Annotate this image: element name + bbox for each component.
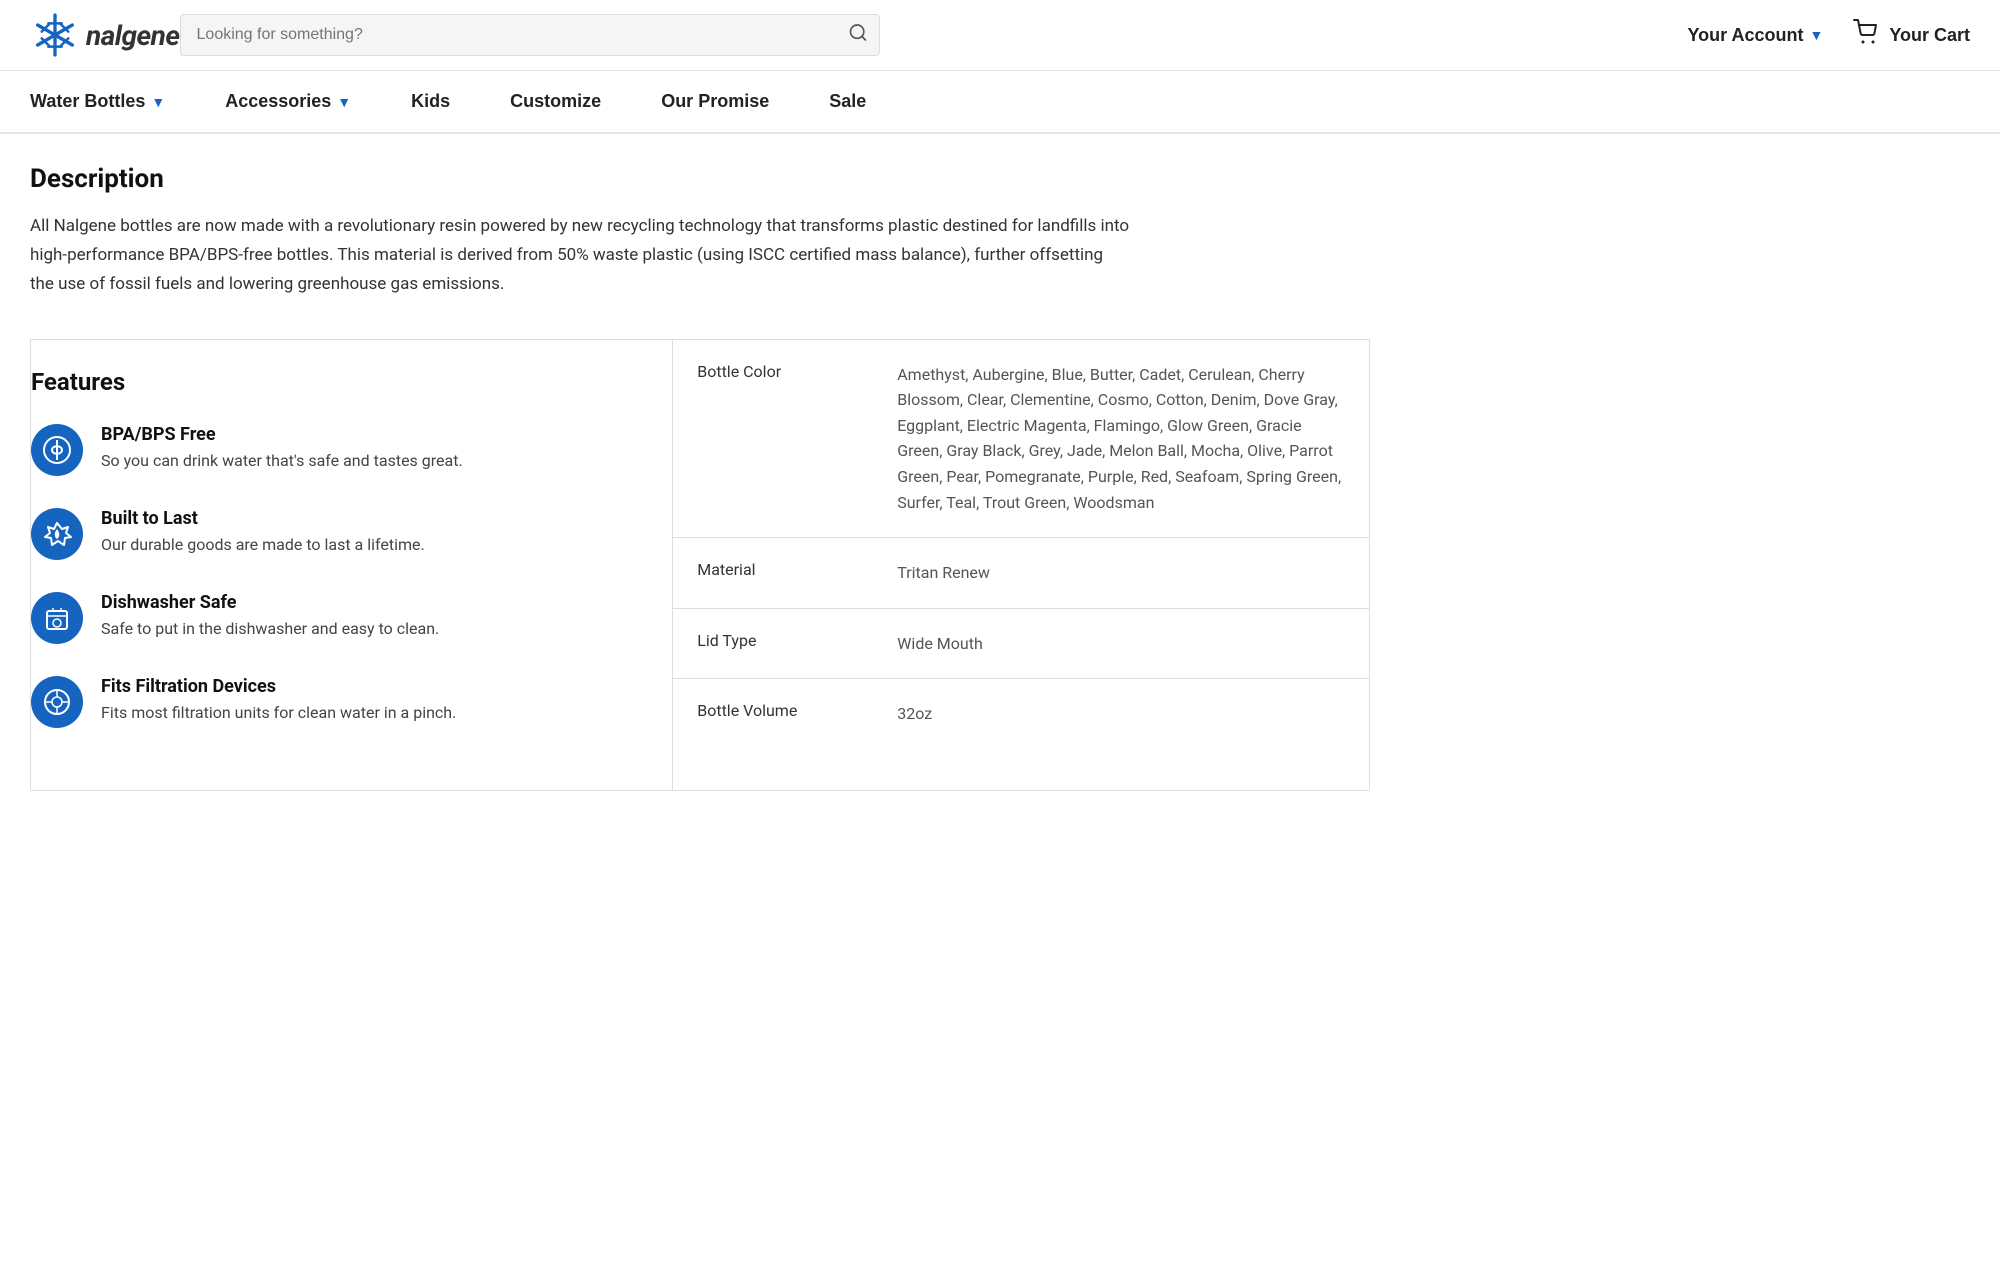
specs-column: Bottle Color Amethyst, Aubergine, Blue, … (673, 340, 1369, 790)
logo[interactable]: nalgene (30, 10, 180, 60)
feature-desc-dishwasher: Safe to put in the dishwasher and easy t… (101, 617, 439, 641)
nav-item-accessories[interactable]: Accessories ▼ (195, 71, 381, 132)
header-right: Your Account ▼ Your Cart (1687, 19, 1970, 52)
main-nav: Water Bottles ▼ Accessories ▼ Kids Custo… (0, 71, 2000, 134)
search-bar[interactable] (180, 14, 880, 56)
features-column: Features BPA/BPS Free So you can drink w… (31, 340, 673, 790)
description-text: All Nalgene bottles are now made with a … (30, 212, 1130, 299)
description-title: Description (30, 164, 1370, 194)
nav-item-kids[interactable]: Kids (381, 71, 480, 132)
feature-item-bpa: BPA/BPS Free So you can drink water that… (31, 424, 642, 476)
account-button[interactable]: Your Account ▼ (1687, 25, 1823, 46)
nav-item-customize[interactable]: Customize (480, 71, 631, 132)
spec-label-material: Material (697, 560, 897, 579)
main-content: Description All Nalgene bottles are now … (0, 134, 1400, 831)
cart-label: Your Cart (1889, 25, 1970, 46)
bpa-free-icon (31, 424, 83, 476)
spec-value-material: Tritan Renew (897, 560, 1345, 586)
feature-name-filtration: Fits Filtration Devices (101, 676, 456, 697)
feature-name-bpa: BPA/BPS Free (101, 424, 463, 445)
feature-content-dishwasher: Dishwasher Safe Safe to put in the dishw… (101, 592, 439, 641)
spec-value-lid: Wide Mouth (897, 631, 1345, 657)
spec-label-volume: Bottle Volume (697, 701, 897, 720)
spec-value-color: Amethyst, Aubergine, Blue, Butter, Cadet… (897, 362, 1345, 516)
feature-desc-bpa: So you can drink water that's safe and t… (101, 449, 463, 473)
description-section: Description All Nalgene bottles are now … (30, 164, 1370, 299)
spec-label-color: Bottle Color (697, 362, 897, 381)
search-button[interactable] (848, 23, 868, 48)
feature-item-filtration: Fits Filtration Devices Fits most filtra… (31, 676, 642, 728)
feature-desc-filtration: Fits most filtration units for clean wat… (101, 701, 456, 725)
feature-item-dishwasher: Dishwasher Safe Safe to put in the dishw… (31, 592, 642, 644)
spec-value-volume: 32oz (897, 701, 1345, 727)
search-input[interactable] (180, 14, 880, 56)
feature-item-built: Built to Last Our durable goods are made… (31, 508, 642, 560)
cart-button[interactable]: Your Cart (1853, 19, 1970, 52)
spec-label-lid: Lid Type (697, 631, 897, 650)
feature-name-dishwasher: Dishwasher Safe (101, 592, 439, 613)
spec-row-lid: Lid Type Wide Mouth (673, 609, 1369, 680)
nav-item-water-bottles[interactable]: Water Bottles ▼ (30, 71, 195, 132)
logo-text: nalgene (86, 19, 180, 52)
logo-icon (30, 10, 80, 60)
spec-row-color: Bottle Color Amethyst, Aubergine, Blue, … (673, 340, 1369, 539)
nav-item-sale[interactable]: Sale (799, 71, 896, 132)
built-to-last-icon (31, 508, 83, 560)
dishwasher-safe-icon (31, 592, 83, 644)
spec-row-volume: Bottle Volume 32oz (673, 679, 1369, 749)
chevron-down-icon: ▼ (151, 94, 165, 110)
spec-row-material: Material Tritan Renew (673, 538, 1369, 609)
cart-icon (1853, 19, 1881, 52)
feature-content-filtration: Fits Filtration Devices Fits most filtra… (101, 676, 456, 725)
features-title: Features (31, 368, 642, 396)
account-label: Your Account (1687, 25, 1803, 46)
feature-content-bpa: BPA/BPS Free So you can drink water that… (101, 424, 463, 473)
account-chevron-icon: ▼ (1809, 27, 1823, 43)
chevron-down-icon: ▼ (337, 94, 351, 110)
features-specs-container: Features BPA/BPS Free So you can drink w… (30, 339, 1370, 791)
nav-item-our-promise[interactable]: Our Promise (631, 71, 799, 132)
feature-content-built: Built to Last Our durable goods are made… (101, 508, 425, 557)
site-header: nalgene Your Account ▼ Your Cart (0, 0, 2000, 71)
feature-name-built: Built to Last (101, 508, 425, 529)
filtration-icon (31, 676, 83, 728)
feature-desc-built: Our durable goods are made to last a lif… (101, 533, 425, 557)
